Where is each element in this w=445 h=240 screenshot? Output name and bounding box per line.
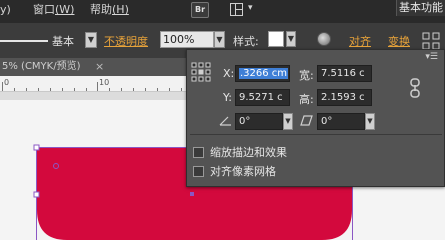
ruler-tick-label: 0 — [4, 78, 9, 87]
width-label: 宽: — [299, 69, 314, 82]
height-field[interactable]: 2.1593 c — [317, 89, 372, 106]
shear-angle-icon — [300, 115, 313, 126]
recolor-artwork-icon[interactable] — [317, 32, 331, 46]
align-pixel-grid-checkbox[interactable] — [193, 165, 204, 177]
shear-field[interactable]: 0° — [317, 113, 365, 130]
panel-divider — [190, 134, 442, 135]
x-value: .3266 cm — [239, 68, 289, 79]
rotate-field[interactable]: 0° — [235, 113, 283, 130]
x-field[interactable]: .3266 cm — [235, 65, 290, 82]
workspace-switcher[interactable]: 基本功能 — [396, 0, 445, 16]
align-pixel-grid-option[interactable]: 对齐像素网格 — [193, 164, 276, 178]
center-point — [190, 192, 194, 196]
menu-help-label: 帮助 — [90, 3, 112, 16]
align-link[interactable]: 对齐 — [349, 33, 371, 49]
selection-handle[interactable] — [33, 191, 40, 198]
opacity-dropdown[interactable]: ▼ — [214, 31, 225, 48]
graphic-style-swatch[interactable] — [268, 31, 284, 47]
rotate-dropdown[interactable]: ▼ — [283, 113, 293, 130]
arrange-documents-icon[interactable] — [230, 3, 243, 16]
bridge-button[interactable]: Br — [191, 2, 209, 18]
menu-window-key: (W) — [55, 3, 75, 16]
menu-help[interactable]: 帮助(H) — [90, 2, 129, 18]
stroke-profile-preview[interactable] — [0, 40, 48, 42]
width-field[interactable]: 7.5116 c — [317, 65, 372, 82]
y-label: Y: — [223, 91, 232, 104]
panel-menu-icon[interactable]: ▾☰ — [425, 52, 438, 62]
transform-link[interactable]: 变换 — [388, 33, 410, 49]
menu-window[interactable]: 窗口(W) — [33, 2, 74, 18]
reference-point-icon[interactable] — [191, 62, 211, 82]
opacity-link[interactable]: 不透明度 — [104, 33, 148, 49]
menu-help-key: (H) — [112, 3, 129, 16]
chevron-down-icon[interactable]: ▾ — [248, 3, 253, 13]
stroke-profile-label: 基本 — [52, 35, 74, 48]
ruler-tick-label: 10 — [99, 78, 109, 87]
opacity-input[interactable]: 100% — [160, 31, 214, 48]
x-label: X: — [223, 67, 235, 80]
scale-strokes-checkbox[interactable] — [193, 146, 204, 158]
selection-handle[interactable] — [33, 144, 40, 151]
scale-strokes-label: 缩放描边和效果 — [210, 146, 287, 159]
menu-bar: y) 窗口(W) 帮助(H) Br ▾ 基本功能 — [0, 0, 445, 22]
style-label: 样式: — [233, 35, 259, 48]
stroke-profile-dropdown[interactable]: ▼ — [85, 32, 97, 48]
transform-panel: ▾☰ X: .3266 cm 宽: 7.5116 c Y: 9.5271 c 高… — [186, 49, 445, 187]
y-field[interactable]: 9.5271 c — [235, 89, 290, 106]
align-pixel-grid-label: 对齐像素网格 — [210, 165, 276, 178]
constrain-proportions-icon[interactable] — [408, 78, 422, 98]
scale-strokes-option[interactable]: 缩放描边和效果 — [193, 145, 287, 159]
menu-fragment[interactable]: y) — [0, 2, 11, 18]
close-icon[interactable]: × — [95, 59, 104, 75]
isolate-object-icon[interactable] — [421, 31, 441, 51]
height-label: 高: — [299, 93, 314, 106]
graphic-style-dropdown[interactable]: ▼ — [286, 31, 296, 47]
document-tab[interactable]: 5% (CMYK/预览) — [0, 59, 85, 75]
rotate-angle-icon — [219, 116, 231, 126]
shear-dropdown[interactable]: ▼ — [365, 113, 375, 130]
menu-window-label: 窗口 — [33, 3, 55, 16]
